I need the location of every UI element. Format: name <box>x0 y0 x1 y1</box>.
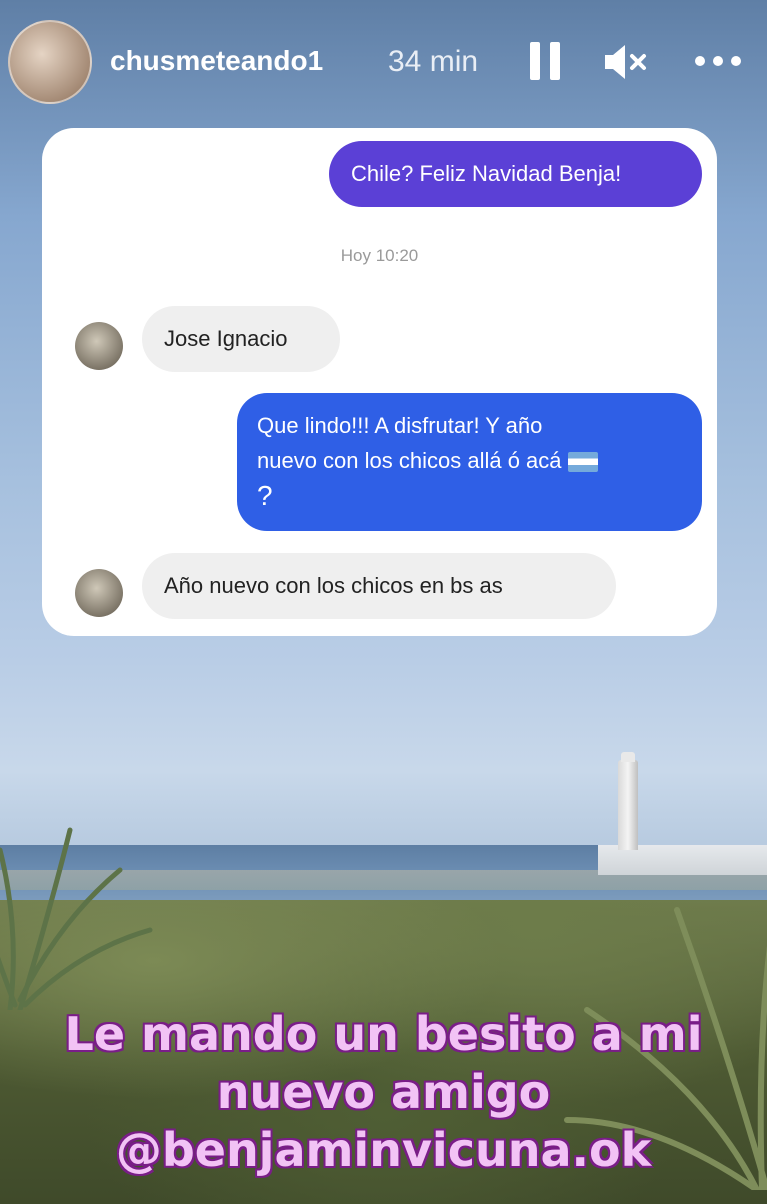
incoming-message: Jose Ignacio <box>142 306 340 372</box>
story-header: chusmeteando1 34 min <box>0 0 767 110</box>
message-line: nuevo con los chicos allá ó acá <box>257 443 682 478</box>
palm-left <box>0 827 153 1010</box>
username[interactable]: chusmeteando1 <box>110 45 323 77</box>
message-line: Que lindo!!! A disfrutar! Y año <box>257 413 543 438</box>
outgoing-message: Que lindo!!! A disfrutar! Y año nuevo co… <box>237 393 702 531</box>
chat-screenshot-card: Chile? Feliz Navidad Benja! Hoy 10:20 Jo… <box>42 128 717 636</box>
contact-avatar <box>75 569 123 617</box>
outgoing-message: Chile? Feliz Navidad Benja! <box>329 141 702 207</box>
caption-line: nuevo amigo <box>216 1065 551 1119</box>
incoming-message: Año nuevo con los chicos en bs as <box>142 553 616 619</box>
message-timestamp: Hoy 10:20 <box>340 246 419 265</box>
argentina-flag-icon <box>567 452 598 473</box>
avatar[interactable] <box>8 20 92 104</box>
mute-icon[interactable] <box>603 42 647 82</box>
pause-icon[interactable] <box>530 42 560 80</box>
mention-link[interactable]: @benjaminvicuna.ok <box>0 1121 767 1179</box>
story-caption: Le mando un besito a mi nuevo amigo @ben… <box>0 1005 767 1179</box>
post-time: 34 min <box>388 45 479 78</box>
message-line: ? <box>257 480 273 511</box>
lighthouse <box>618 752 638 850</box>
caption-line: Le mando un besito a mi <box>64 1007 703 1061</box>
contact-avatar <box>75 322 123 370</box>
more-icon[interactable] <box>695 52 741 72</box>
